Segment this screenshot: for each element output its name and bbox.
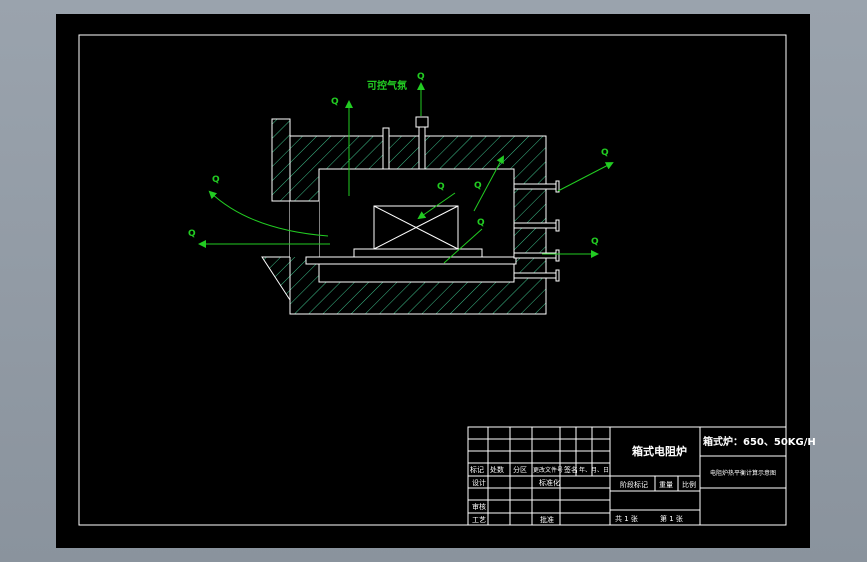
rev-header-zone: 分区 xyxy=(513,465,527,474)
rev-header-sign: 签名 xyxy=(564,465,578,474)
q-label-wall: Q xyxy=(474,181,482,191)
cad-drawing: 可控气氛 Q Q Q Q Q Q Q Q Q 箱式电阻炉 箱式炉：650、50K… xyxy=(56,14,816,548)
q-label-left: Q xyxy=(188,229,196,239)
q-label-center: Q xyxy=(437,182,445,192)
drawing-name: 箱式电阻炉 xyxy=(632,444,687,458)
q-label-upper-left: Q xyxy=(331,97,339,107)
drawing-title: 电阻炉热平衡计算示意图 xyxy=(710,469,776,477)
q-label-curve: Q xyxy=(212,175,220,185)
gas-atmosphere-label: 可控气氛 xyxy=(367,79,407,92)
weight-label: 重量 xyxy=(659,481,673,489)
standardization-label: 标准化 xyxy=(539,478,560,487)
furnace-spec: 箱式炉：650、50KG/H xyxy=(703,435,816,448)
design-label: 设计 xyxy=(472,478,486,487)
workpiece xyxy=(373,205,459,250)
thermocouple-head xyxy=(415,116,429,128)
process-label: 工艺 xyxy=(472,516,486,524)
furnace-door xyxy=(271,118,291,202)
scale-label: 比例 xyxy=(682,480,696,489)
q-label-right: Q xyxy=(591,237,599,247)
rev-header-count: 处数 xyxy=(490,465,504,474)
rev-header-mark: 标记 xyxy=(470,465,484,474)
hearth-plate xyxy=(305,256,517,265)
approve-label: 批准 xyxy=(540,515,554,524)
q-label-right-upper: Q xyxy=(601,148,609,158)
workpiece-tray xyxy=(353,248,483,258)
gas-inlet-pipe xyxy=(382,127,390,170)
q-label-lower: Q xyxy=(477,218,485,228)
thermocouple-tube xyxy=(418,126,426,170)
rev-header-date: 年、月、日 xyxy=(579,466,609,474)
review-label: 审核 xyxy=(472,502,486,511)
rev-header-file: 更改文件号 xyxy=(533,466,563,474)
stage-mark-label: 阶段标记 xyxy=(620,480,648,489)
furnace-body xyxy=(261,116,560,315)
sheet-total: 共 1 张 xyxy=(615,514,638,523)
sheet-number: 第 1 张 xyxy=(660,514,683,523)
q-label-top: Q xyxy=(417,72,425,82)
